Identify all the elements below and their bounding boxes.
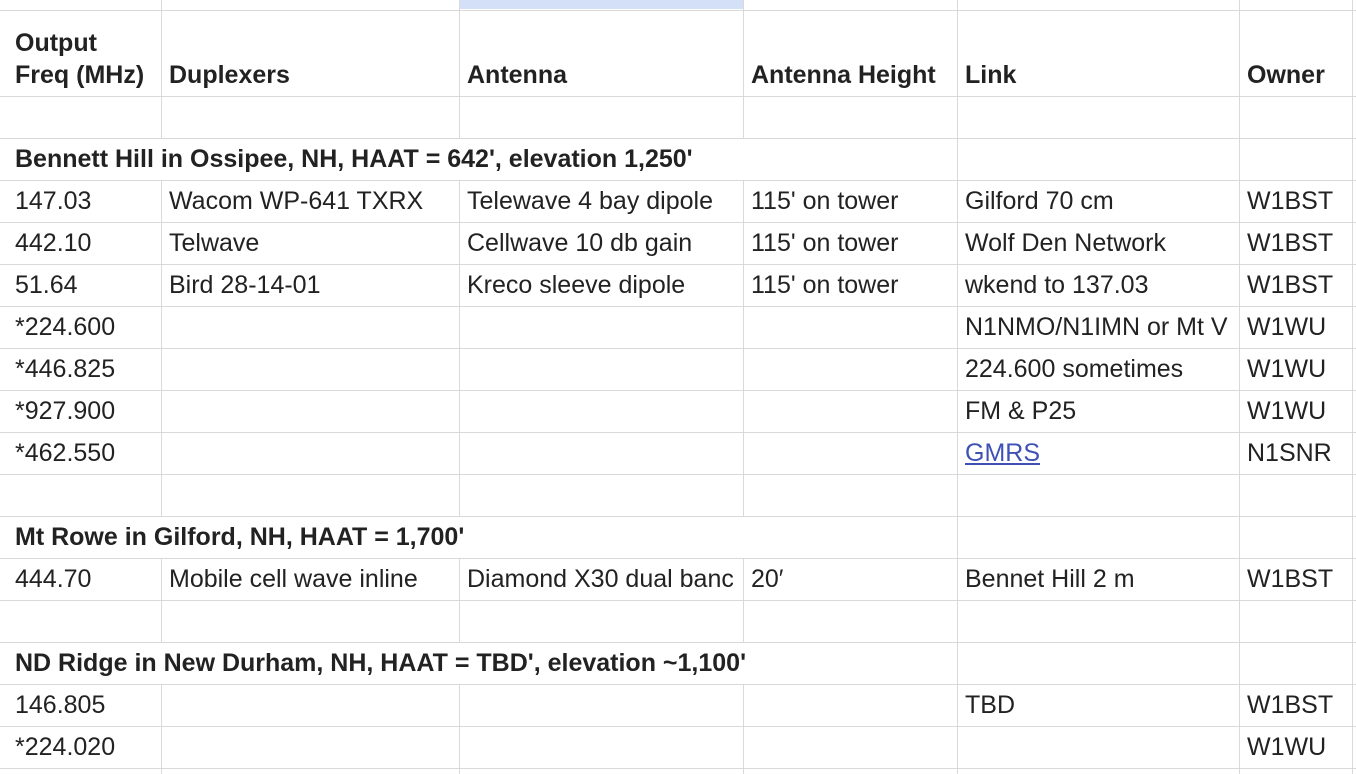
height-cell[interactable]: 115' on tower <box>751 264 957 306</box>
header-antenna-height[interactable]: Antenna Height <box>751 59 936 91</box>
row-gridline <box>0 96 1356 97</box>
owner-cell[interactable]: W1WU <box>1247 726 1356 768</box>
spreadsheet-grid[interactable]: Output Freq (MHz) Duplexers Antenna Ante… <box>0 0 1356 774</box>
height-cell[interactable]: 20′ <box>751 558 957 600</box>
column-gridline <box>743 0 744 138</box>
header-antenna[interactable]: Antenna <box>467 59 567 91</box>
height-cell[interactable]: 115' on tower <box>751 222 957 264</box>
owner-cell[interactable]: N1SNR <box>1247 432 1356 474</box>
freq-cell[interactable]: 51.64 <box>15 264 161 306</box>
owner-cell[interactable]: W1BST <box>1247 222 1356 264</box>
link-cell[interactable]: Gilford 70 cm <box>965 180 1239 222</box>
column-gridline <box>459 180 460 516</box>
selected-column-indicator <box>460 0 743 9</box>
owner-cell[interactable]: W1BST <box>1247 180 1356 222</box>
column-gridline <box>161 684 162 774</box>
freq-cell[interactable]: *446.825 <box>15 348 161 390</box>
link-cell[interactable]: GMRS <box>965 432 1239 474</box>
column-gridline <box>161 180 162 516</box>
freq-cell[interactable]: 146.805 <box>15 684 161 726</box>
owner-cell[interactable]: W1WU <box>1247 348 1356 390</box>
column-gridline <box>743 684 744 774</box>
duplexer-cell[interactable]: Mobile cell wave inline <box>169 558 459 600</box>
column-gridline <box>459 0 460 138</box>
column-gridline <box>459 558 460 642</box>
height-cell[interactable]: 115' on tower <box>751 180 957 222</box>
owner-cell[interactable]: W1BST <box>1247 684 1356 726</box>
section-title[interactable]: Mt Rowe in Gilford, NH, HAAT = 1,700' <box>15 516 945 558</box>
link-cell[interactable]: Wolf Den Network <box>965 222 1239 264</box>
link-cell[interactable]: N1NMO/N1IMN or Mt V <box>965 306 1239 348</box>
row-gridline <box>0 726 1356 727</box>
column-gridline <box>161 558 162 642</box>
freq-cell[interactable]: *462.550 <box>15 432 161 474</box>
owner-cell[interactable]: W1WU <box>1247 306 1356 348</box>
column-gridline <box>957 0 958 774</box>
column-gridline <box>1239 0 1240 774</box>
antenna-cell[interactable]: Telewave 4 bay dipole <box>467 180 743 222</box>
freq-cell[interactable]: *224.600 <box>15 306 161 348</box>
header-owner[interactable]: Owner <box>1247 59 1325 91</box>
link-cell[interactable]: TBD <box>965 684 1239 726</box>
header-freq-line2[interactable]: Freq (MHz) <box>15 59 144 91</box>
duplexer-cell[interactable]: Wacom WP-641 TXRX <box>169 180 459 222</box>
row-gridline <box>0 474 1356 475</box>
header-freq-line1[interactable]: Output <box>15 27 97 59</box>
duplexer-cell[interactable]: Bird 28-14-01 <box>169 264 459 306</box>
freq-cell[interactable]: *927.900 <box>15 390 161 432</box>
antenna-cell[interactable]: Diamond X30 dual banc <box>467 558 743 600</box>
header-link[interactable]: Link <box>965 59 1016 91</box>
section-title[interactable]: ND Ridge in New Durham, NH, HAAT = TBD',… <box>15 642 945 684</box>
link-cell[interactable]: wkend to 137.03 <box>965 264 1239 306</box>
link-cell[interactable]: Bennet Hill 2 m <box>965 558 1239 600</box>
antenna-cell[interactable]: Kreco sleeve dipole <box>467 264 743 306</box>
header-duplexers[interactable]: Duplexers <box>169 59 290 91</box>
row-gridline <box>0 600 1356 601</box>
owner-cell[interactable]: W1BST <box>1247 558 1356 600</box>
column-gridline <box>459 684 460 774</box>
row-gridline <box>0 10 1356 11</box>
freq-cell[interactable]: 147.03 <box>15 180 161 222</box>
column-gridline <box>743 558 744 642</box>
antenna-cell[interactable]: Cellwave 10 db gain <box>467 222 743 264</box>
section-title[interactable]: Bennett Hill in Ossipee, NH, HAAT = 642'… <box>15 138 945 180</box>
column-gridline <box>161 0 162 138</box>
freq-cell[interactable]: *224.020 <box>15 726 161 768</box>
freq-cell[interactable]: 442.10 <box>15 222 161 264</box>
owner-cell[interactable]: W1WU <box>1247 390 1356 432</box>
duplexer-cell[interactable]: Telwave <box>169 222 459 264</box>
link-cell[interactable]: 224.600 sometimes <box>965 348 1239 390</box>
owner-cell[interactable]: W1BST <box>1247 264 1356 306</box>
column-gridline <box>743 180 744 516</box>
link-cell[interactable]: FM & P25 <box>965 390 1239 432</box>
row-gridline <box>0 768 1356 769</box>
freq-cell[interactable]: 444.70 <box>15 558 161 600</box>
